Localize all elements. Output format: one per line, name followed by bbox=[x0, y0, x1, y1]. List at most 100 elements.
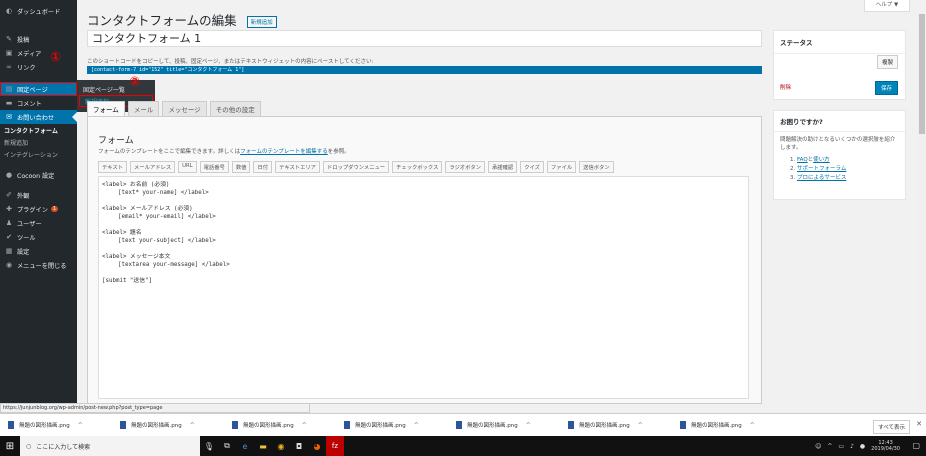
notification-icon[interactable]: ▢ bbox=[912, 441, 920, 450]
sidebar-sub-contact-form[interactable]: コンタクトフォーム bbox=[0, 124, 77, 136]
sidebar-sub-integration[interactable]: インテグレーション bbox=[0, 148, 77, 160]
help-description: 問題解決の助けとなるいくつかの選択肢を紹介します。 bbox=[780, 137, 896, 151]
filezilla-icon[interactable]: fz bbox=[326, 436, 344, 456]
chevron-up-icon[interactable]: ^ bbox=[750, 422, 755, 429]
tag-generator-button[interactable]: 電話番号 bbox=[199, 161, 229, 173]
tag-generator-button[interactable]: 承諾確認 bbox=[488, 161, 518, 173]
tab-mail[interactable]: メール bbox=[127, 101, 160, 117]
template-doc-link[interactable]: フォームのテンプレートを編集する bbox=[240, 149, 328, 155]
appearance-icon: ✐ bbox=[6, 191, 12, 199]
page-scrollbar-thumb[interactable] bbox=[919, 14, 925, 134]
sidebar-item-label: メニューを閉じる bbox=[17, 262, 67, 270]
sidebar-item-user[interactable]: ♟ ユーザー bbox=[0, 216, 77, 230]
sidebar-item-link[interactable]: ∞ リンク bbox=[0, 60, 77, 74]
tag-generator-button[interactable]: 数値 bbox=[231, 161, 251, 173]
help-link[interactable]: プロによるサービス bbox=[797, 175, 846, 181]
help-link-num: 2. bbox=[790, 166, 796, 172]
chevron-up-icon[interactable]: ^ bbox=[638, 422, 643, 429]
close-icon[interactable]: ✕ bbox=[916, 420, 922, 428]
tag-generator-button[interactable]: 日付 bbox=[253, 161, 273, 173]
tab-messages[interactable]: メッセージ bbox=[162, 101, 207, 117]
tag-generator-button[interactable]: テキストエリア bbox=[275, 161, 320, 173]
sidebar-item-pin[interactable]: ✎ 投稿 bbox=[0, 32, 77, 46]
show-all-button[interactable]: すべて表示 bbox=[873, 420, 910, 434]
tag-generator-button[interactable]: チェックボックス bbox=[392, 161, 443, 173]
sidebar-item-label: ダッシュボード bbox=[17, 8, 61, 16]
network-icon[interactable]: ▭ bbox=[838, 443, 844, 450]
tag-generator-button[interactable]: メールアドレス bbox=[130, 161, 176, 173]
duplicate-button[interactable]: 複製 bbox=[876, 55, 898, 69]
sidebar-sub-add-new[interactable]: 新規追加 bbox=[0, 136, 77, 148]
sidebar-item-label: 設定 bbox=[17, 248, 30, 256]
download-item[interactable]: 無題の図形描画.png ^ bbox=[336, 421, 448, 429]
collapse-icon: ◉ bbox=[5, 261, 13, 269]
sidebar-item-plugin[interactable]: ✚ プラグイン 1 bbox=[0, 202, 77, 216]
download-item[interactable]: 無題の図形描画.png ^ bbox=[112, 421, 224, 429]
tab-form[interactable]: フォーム bbox=[87, 101, 125, 117]
help-tab-button[interactable]: ヘルプ ▼ bbox=[864, 0, 910, 12]
sidebar-item-tool[interactable]: ✔ ツール bbox=[0, 230, 77, 244]
save-button[interactable]: 保存 bbox=[874, 81, 898, 95]
help-link[interactable]: 使い方 bbox=[813, 157, 830, 163]
sidebar-item-comment[interactable]: ▬ コメント bbox=[0, 96, 77, 110]
delete-link[interactable]: 削除 bbox=[780, 83, 791, 91]
taskbar-clock[interactable]: 12:43 2019/04/30 bbox=[871, 440, 900, 452]
download-item[interactable]: 無題の図形描画.png ^ bbox=[672, 421, 784, 429]
downloads-bar: 無題の図形描画.png ^ 無題の図形描画.png ^ 無題の図形描画.png ^ 無題の図… bbox=[0, 413, 926, 436]
tray-chevron-icon[interactable]: ^ bbox=[827, 443, 832, 450]
ime-icon[interactable]: ● bbox=[860, 443, 865, 450]
tag-generator-button[interactable]: URL bbox=[178, 161, 197, 173]
task-view-icon[interactable]: ⧉ bbox=[218, 436, 236, 456]
edge-icon[interactable]: e bbox=[236, 436, 254, 456]
store-icon[interactable]: ◘ bbox=[290, 436, 308, 456]
explorer-icon[interactable]: ▬ bbox=[254, 436, 272, 456]
chevron-up-icon[interactable]: ^ bbox=[302, 422, 307, 429]
comment-icon: ▬ bbox=[5, 99, 13, 107]
sidebar-item-cocoon[interactable]: ● Cocoon 設定 bbox=[0, 168, 77, 182]
tag-generator-button[interactable]: ドロップダウンメニュー bbox=[322, 161, 390, 173]
sidebar-item-mail[interactable]: ✉ お問い合わせ bbox=[0, 110, 77, 124]
taskbar-search[interactable]: ○ ここに入力して検索 bbox=[20, 436, 200, 456]
help-link[interactable]: サポートフォーラム bbox=[797, 166, 846, 172]
download-item[interactable]: 無題の図形描画.png ^ bbox=[224, 421, 336, 429]
chevron-up-icon[interactable]: ^ bbox=[526, 422, 531, 429]
windows-taskbar: ⊞ ○ ここに入力して検索 🎙 ⧉ e ▬ ◉ ◘ ◕ fz ☺ ^ ▭ ♪ ●… bbox=[0, 436, 926, 456]
download-item[interactable]: 無題の図形描画.png ^ bbox=[560, 421, 672, 429]
sidebar-item-collapse[interactable]: ◉ メニューを閉じる bbox=[0, 258, 77, 272]
shortcode-field[interactable]: [contact-form-7 id="152" title="コンタクトフォー… bbox=[87, 66, 762, 74]
sidebar-item-appearance[interactable]: ✐ 外観 bbox=[0, 188, 77, 202]
download-item[interactable]: 無題の図形描画.png ^ bbox=[0, 421, 112, 429]
link-status-url: https://junjunblog.org/wp-admin/post-new… bbox=[0, 403, 310, 413]
main-content: ヘルプ ▼ コンタクトフォームの編集 新規追加 コンタクトフォーム 1 このショ… bbox=[77, 0, 926, 404]
firefox-icon[interactable]: ◕ bbox=[308, 436, 326, 456]
tag-generator-button[interactable]: 送信ボタン bbox=[579, 161, 614, 173]
volume-icon[interactable]: ♪ bbox=[850, 443, 854, 450]
sidebar-item-label: コメント bbox=[17, 100, 42, 108]
status-box: ステータス 複製 削除 保存 bbox=[773, 30, 906, 100]
help-link-num: 1. bbox=[790, 157, 796, 163]
tab-additional-settings[interactable]: その他の設定 bbox=[209, 101, 261, 117]
sidebar-item-page[interactable]: ▤ 固定ページ bbox=[0, 82, 77, 96]
chevron-up-icon[interactable]: ^ bbox=[78, 422, 83, 429]
chevron-up-icon[interactable]: ^ bbox=[190, 422, 195, 429]
sidebar-item-label: プラグイン bbox=[17, 206, 48, 214]
tag-generator-button[interactable]: テキスト bbox=[98, 161, 128, 173]
chrome-icon[interactable]: ◉ bbox=[272, 436, 290, 456]
form-title-input[interactable]: コンタクトフォーム 1 bbox=[87, 30, 762, 47]
tag-generator-button[interactable]: ファイル bbox=[546, 161, 577, 173]
sidebar-item-settings[interactable]: ▦ 設定 bbox=[0, 244, 77, 258]
people-icon[interactable]: ☺ bbox=[815, 443, 821, 450]
tag-generator-button[interactable]: ラジオボタン bbox=[445, 161, 485, 173]
sidebar-item-media[interactable]: ▣ メディア bbox=[0, 46, 77, 60]
windows-start-icon[interactable]: ⊞ bbox=[0, 441, 20, 452]
sidebar-item-dashboard[interactable]: ◐ ダッシュボード bbox=[0, 4, 77, 18]
download-item[interactable]: 無題の図形描画.png ^ bbox=[448, 421, 560, 429]
form-template-textarea[interactable]: <label> お名前 (必須) [text* your-name] </labe… bbox=[98, 176, 749, 399]
add-new-button[interactable]: 新規追加 bbox=[246, 15, 277, 28]
tag-generator-button[interactable]: クイズ bbox=[520, 161, 544, 173]
mic-icon[interactable]: 🎙 bbox=[200, 436, 218, 456]
help-link[interactable]: FAQ bbox=[797, 157, 808, 163]
chevron-up-icon[interactable]: ^ bbox=[414, 422, 419, 429]
file-icon bbox=[456, 421, 462, 429]
cocoon-icon: ● bbox=[5, 171, 13, 179]
